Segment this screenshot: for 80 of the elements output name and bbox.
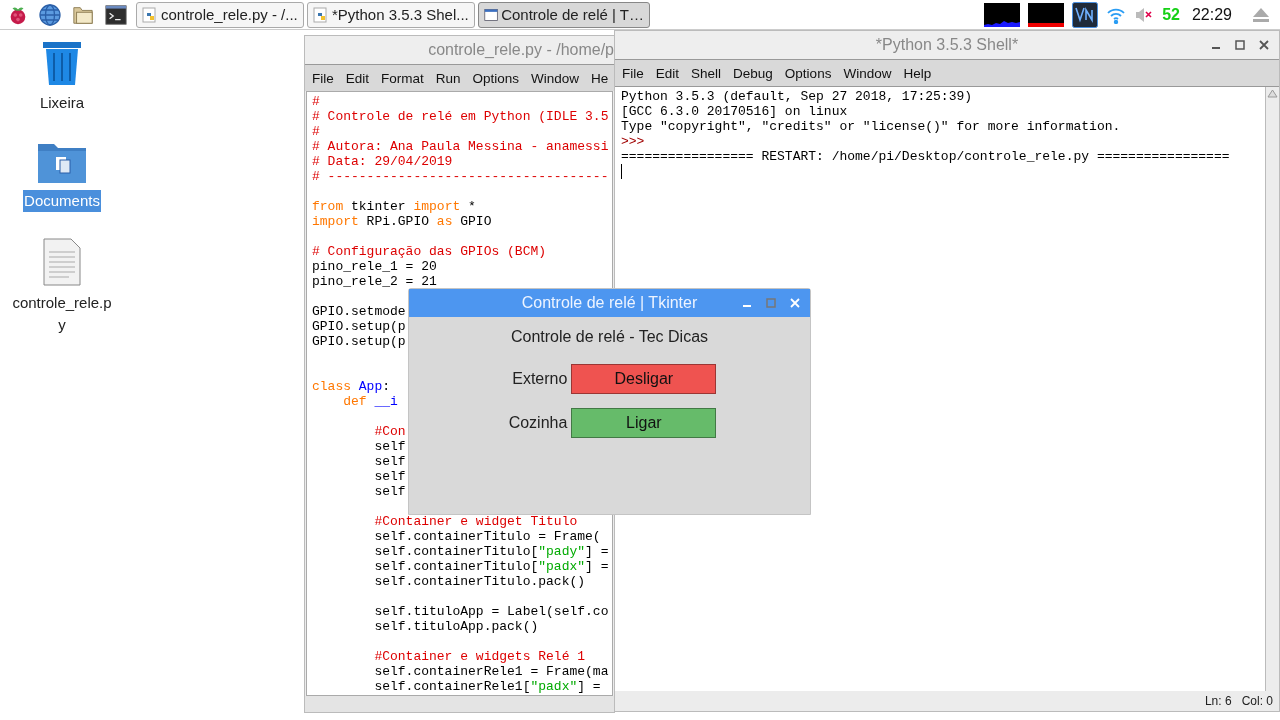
menu-item[interactable]: Window	[843, 65, 892, 81]
code-line: from tkinter import *	[312, 199, 476, 214]
cpu-usage-graph[interactable]	[984, 2, 1021, 27]
globe-icon[interactable]	[38, 2, 62, 27]
vnc-icon[interactable]	[1072, 1, 1099, 28]
code-line: def __i	[342, 394, 398, 409]
muted-speaker-icon[interactable]	[1134, 5, 1155, 24]
line-number: Ln: 6	[1204, 694, 1232, 708]
code-line: # Autora: Ana Paula Messina - anamessi	[312, 139, 609, 154]
python-file-icon	[313, 6, 329, 23]
taskbar-button[interactable]: Controle de relé | T…	[478, 1, 650, 28]
code-line: #Container e widget Titulo	[373, 514, 578, 529]
column-number: Col: 0	[1241, 694, 1273, 708]
desktop-icon-label[interactable]: Lixeira	[12, 92, 112, 114]
code-line: #	[312, 94, 320, 109]
code-line: #Con	[373, 424, 406, 439]
scrollbar[interactable]	[1265, 87, 1279, 691]
code-line: GPIO.setup(p	[312, 319, 406, 334]
terminal-icon[interactable]	[104, 3, 128, 26]
code-line: self.containerRele1 = Frame(ma	[373, 664, 609, 679]
app-heading: Controle de relé - Tec Dicas	[510, 328, 709, 346]
code-line: self.containerTitulo.pack()	[373, 574, 586, 589]
taskbar-button[interactable]: controle_rele.py - /...	[136, 1, 304, 28]
relay-button[interactable]: Desligar	[571, 364, 717, 394]
code-line: self	[373, 469, 406, 484]
code-line: self.containerTitulo["padx"] =	[373, 559, 609, 574]
menu-item[interactable]: File	[312, 70, 334, 86]
menu-item[interactable]: Edit	[655, 65, 680, 81]
code-line: self.tituloApp.pack()	[373, 619, 539, 634]
close-icon[interactable]	[1259, 40, 1269, 50]
menu-item[interactable]: He	[591, 70, 609, 86]
code-line: GPIO.setup(p	[312, 334, 406, 349]
code-line: # Configuração das GPIOs (BCM)	[312, 244, 547, 259]
code-line: import RPi.GPIO as GPIO	[312, 214, 492, 229]
code-line: self.tituloApp = Label(self.co	[373, 604, 609, 619]
window-title: Controle de relé | Tkinter	[521, 294, 698, 312]
code-line: self.containerTitulo = Frame(	[373, 529, 601, 544]
relay-button[interactable]: Ligar	[571, 408, 717, 438]
menu-item[interactable]: Format	[381, 70, 424, 86]
output-line: ================= RESTART: /home/pi/Desktop/controle_rele.py =================	[621, 149, 1230, 164]
code-line: #Container e widgets Relé 1	[373, 649, 586, 664]
maximize-icon[interactable]	[1235, 40, 1245, 50]
menu-item[interactable]: Run	[435, 70, 461, 86]
code-line: class App:	[312, 379, 391, 394]
relay-label: Externo	[511, 370, 568, 388]
code-line: pino_rele_1 = 20	[312, 259, 437, 274]
menu-item[interactable]: Debug	[733, 65, 773, 81]
taskbar-button[interactable]: *Python 3.5.3 Shel...	[307, 1, 475, 28]
output-line: [GCC 6.3.0 20170516] on linux	[621, 104, 848, 119]
temperature-graph[interactable]	[1028, 2, 1065, 27]
window-title: controle_rele.py - /home/p	[428, 41, 614, 59]
code-line: pino_rele_2 = 21	[312, 274, 437, 289]
code-line: self.containerTitulo["pady"] =	[373, 544, 609, 559]
code-line: # Data: 29/04/2019	[312, 154, 453, 169]
code-line: self	[373, 439, 406, 454]
output-line: Type "copyright", "credits" or "license()" for more information.	[621, 119, 1121, 134]
menu-item[interactable]: Help	[903, 65, 932, 81]
shell-prompt: >>>	[621, 134, 645, 149]
window-title: *Python 3.5.3 Shell*	[875, 36, 1019, 54]
python-file-icon	[142, 6, 158, 23]
menu-item[interactable]: Window	[531, 70, 580, 86]
window-icon	[484, 6, 499, 23]
code-line: # Controle de relé em Python (IDLE 3.5	[312, 109, 609, 124]
code-line: GPIO.setmode	[312, 304, 406, 319]
code-line: self.containerRele1["padx"] =	[373, 679, 601, 694]
clock[interactable]: 22:29	[1191, 5, 1232, 24]
code-line: self	[373, 454, 406, 469]
menu-item[interactable]: Options	[472, 70, 520, 86]
relay-label: Cozinha	[508, 414, 568, 432]
menu-item[interactable]: File	[622, 65, 644, 81]
code-line: # ------------------------------------	[312, 169, 609, 184]
menu-item[interactable]: Options	[784, 65, 832, 81]
output-line: Python 3.5.3 (default, Sep 27 2018, 17:25:39)	[621, 89, 973, 104]
text-cursor	[621, 164, 622, 179]
desktop-icon-label[interactable]: controle_rele.py	[12, 292, 112, 336]
code-line: #	[312, 124, 320, 139]
scrollbar[interactable]	[305, 696, 614, 712]
menu-item[interactable]: Edit	[345, 70, 370, 86]
code-line: self	[373, 484, 406, 499]
menu-item[interactable]: Shell	[691, 65, 722, 81]
